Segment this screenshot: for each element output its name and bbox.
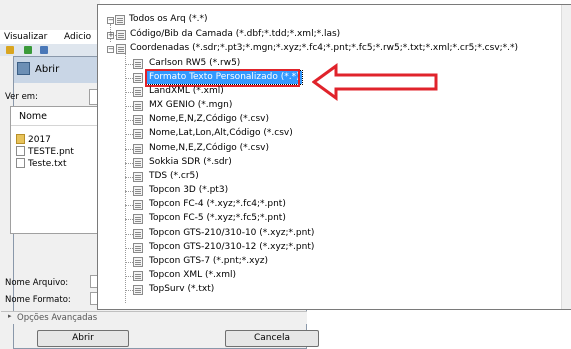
tree-line — [125, 219, 133, 220]
tree-item[interactable]: Topcon GTS-210/310-10 (*.xyz;*.pnt) — [147, 227, 316, 240]
file-type-dropdown[interactable]: − Todos os Arq (*.*) + Código/Bib da Cam… — [97, 4, 571, 310]
tree-item[interactable]: Topcon FC-5 (*.xyz;*.fc5;*.pnt) — [147, 212, 288, 225]
chevron-right-icon: ▸ — [8, 312, 12, 320]
tree-node-group[interactable]: Código/Bib da Camada (*.dbf;*.tdd;*.xml;… — [128, 28, 342, 41]
tree-line — [125, 205, 133, 206]
file-type-icon — [133, 214, 143, 224]
toolbar-icon[interactable] — [24, 46, 32, 54]
tree-item[interactable]: MX GENIO (*.mgn) — [147, 99, 234, 112]
tree-item[interactable]: LandXML (*.xml) — [147, 85, 226, 98]
tree-item[interactable]: Nome,Lat,Lon,Alt,Código (*.csv) — [147, 127, 295, 140]
tree-item[interactable]: Topcon GTS-210/310-12 (*.xyz;*.pnt) — [147, 241, 316, 254]
dialog-title: Abrir — [35, 64, 60, 75]
file-type-icon — [116, 30, 126, 40]
tree-item[interactable]: Topcon FC-4 (*.xyz;*.fc4;*.pnt) — [147, 198, 288, 211]
folder-icon — [16, 134, 25, 144]
tree-item[interactable]: Topcon GTS-7 (*.pnt;*.xyz) — [147, 255, 270, 268]
app-icon — [17, 62, 30, 75]
file-type-icon — [133, 158, 143, 168]
list-item[interactable]: Teste.txt — [16, 158, 67, 170]
file-type-icon — [133, 129, 143, 139]
open-button[interactable]: Abrir — [37, 330, 129, 347]
tree-node-root[interactable]: Todos os Arq (*.*) — [127, 13, 209, 26]
tree-line — [125, 78, 133, 79]
tree-line — [125, 106, 133, 107]
toolbar — [0, 44, 100, 56]
column-header-name[interactable]: Nome — [11, 107, 109, 126]
vertical-scrollbar[interactable] — [561, 5, 571, 309]
file-type-icon — [115, 15, 125, 25]
tree-line — [125, 248, 133, 249]
arrow-annotation-icon — [312, 63, 438, 101]
file-type-icon — [133, 200, 143, 210]
filename-label: Nome Arquivo: — [5, 278, 69, 288]
file-type-icon — [133, 101, 143, 111]
file-type-icon — [133, 285, 143, 295]
file-type-icon — [133, 257, 143, 267]
tree-line — [125, 64, 133, 65]
advanced-options-toggle[interactable]: ▸ Opções Avançadas — [1, 311, 307, 324]
file-type-icon — [133, 186, 143, 196]
tree-line — [125, 149, 133, 150]
file-type-icon — [116, 44, 126, 54]
menu-visualizar[interactable]: Visualizar — [4, 32, 47, 42]
collapse-icon[interactable]: − — [107, 46, 114, 53]
list-item[interactable]: TESTE.pnt — [16, 146, 74, 158]
toolbar-icon[interactable] — [40, 46, 48, 54]
tree-item[interactable]: Sokkia SDR (*.sdr) — [147, 156, 234, 169]
menu-bar: Visualizar Adicio — [0, 30, 100, 44]
tree-line — [125, 191, 133, 192]
file-type-icon — [133, 144, 143, 154]
tree-line — [125, 177, 133, 178]
format-label: Nome Formato: — [5, 295, 71, 305]
tree-line — [125, 262, 133, 263]
tree-line — [125, 120, 133, 121]
file-list[interactable]: Nome 2017 TESTE.pnt Teste.txt — [10, 106, 110, 234]
tree-line — [125, 92, 133, 93]
tree-line — [125, 234, 133, 235]
tree-line — [125, 49, 126, 303]
tree-item[interactable]: Nome,N,E,Z,Código (*.csv) — [147, 142, 271, 155]
tree-node-group[interactable]: Coordenadas (*.sdr;*.pt3;*.mgn;*.xyz;*.f… — [128, 42, 520, 55]
file-type-icon — [133, 87, 143, 97]
look-in-label: Ver em: — [5, 92, 38, 102]
menu-adicionar[interactable]: Adicio — [64, 32, 91, 42]
file-icon — [16, 158, 25, 168]
tree-item[interactable]: Topcon XML (*.xml) — [147, 269, 238, 282]
tree-item[interactable]: Nome,E,N,Z,Código (*.csv) — [147, 113, 271, 126]
file-type-icon — [133, 172, 143, 182]
tree-line — [125, 290, 133, 291]
file-type-icon — [133, 271, 143, 281]
file-type-icon — [133, 243, 143, 253]
expand-icon[interactable]: + — [107, 32, 114, 39]
file-type-icon — [133, 59, 143, 69]
toolbar-icon[interactable] — [6, 46, 14, 54]
file-icon — [16, 146, 25, 156]
tree-line — [125, 276, 133, 277]
file-type-icon — [133, 229, 143, 239]
collapse-icon[interactable]: − — [107, 17, 114, 24]
file-type-icon — [133, 115, 143, 125]
tree-line — [125, 163, 133, 164]
list-item[interactable]: 2017 — [16, 134, 51, 146]
cancel-button[interactable]: Cancela — [225, 330, 319, 347]
tree-item[interactable]: TopSurv (*.txt) — [147, 283, 216, 296]
tree-item[interactable]: TDS (*.cr5) — [147, 170, 201, 183]
tree-line — [125, 134, 133, 135]
file-type-icon — [133, 73, 143, 83]
tree-item[interactable]: Topcon 3D (*.pt3) — [147, 184, 230, 197]
